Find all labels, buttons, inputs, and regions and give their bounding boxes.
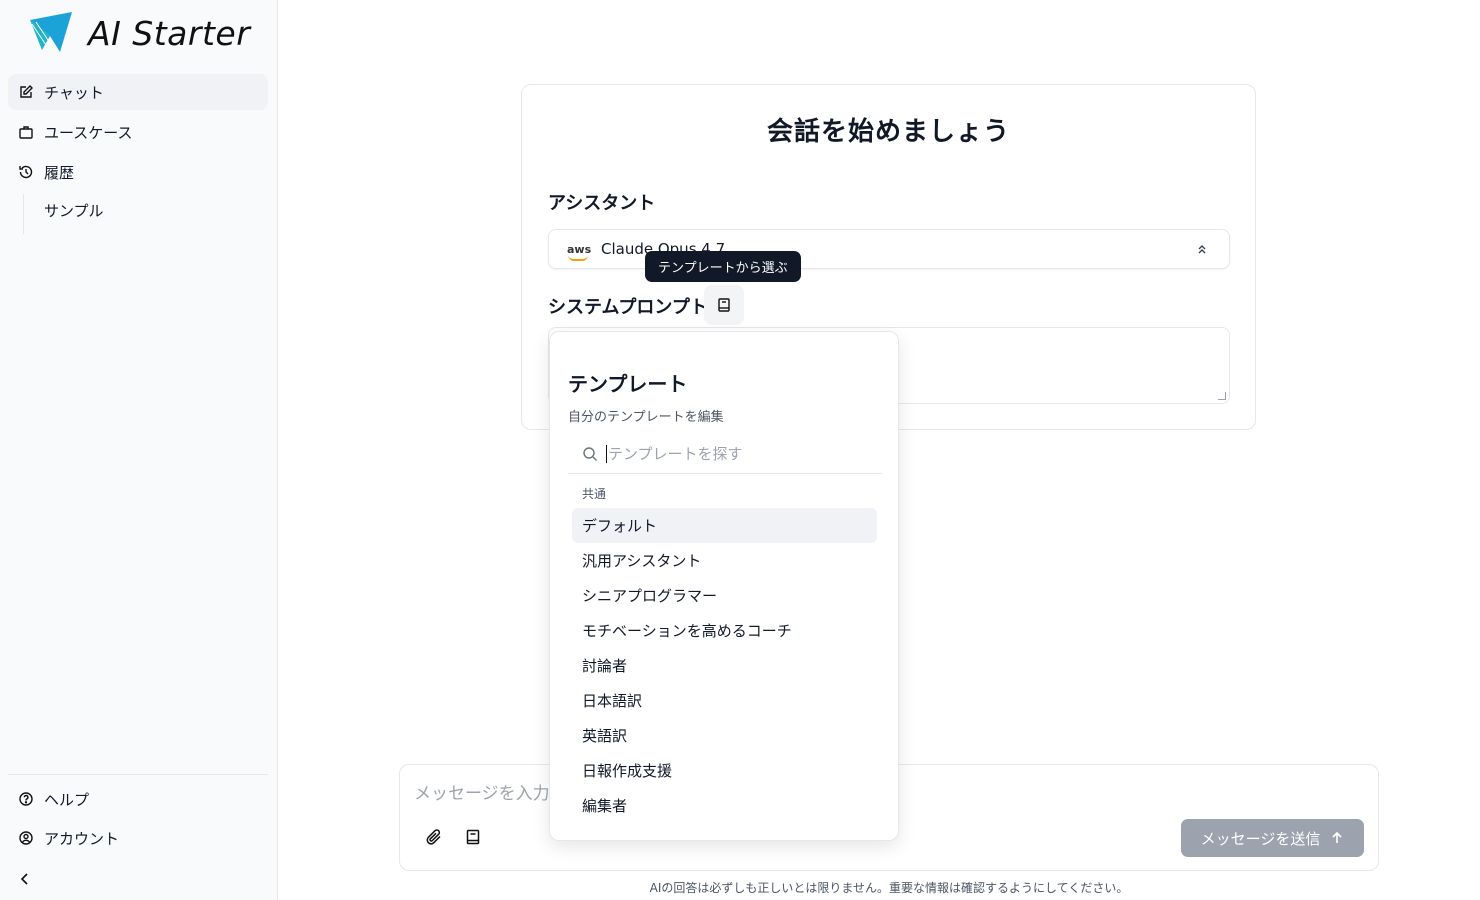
- book-icon[interactable]: [464, 828, 482, 846]
- disclaimer-text: AIの回答は必ずしも正しいとは限りません。重要な情報は確認するようにしてください…: [649, 881, 1129, 895]
- popover-title: テンプレート: [568, 372, 688, 396]
- template-item[interactable]: シニアプログラマー: [572, 578, 877, 613]
- search-placeholder: テンプレートを探す: [608, 445, 743, 463]
- sidebar-item-label: チャット: [44, 83, 104, 102]
- sidebar: AI Starter チャット ユースケース 履歴 サンプル ヘルプ アカウント: [0, 0, 278, 900]
- chevrons-up-icon: [1198, 245, 1206, 254]
- sidebar-bottom: ヘルプ アカウント: [8, 774, 268, 859]
- assistant-label: アシスタント: [548, 193, 656, 214]
- sidebar-item-label: 履歴: [44, 163, 75, 182]
- sidebar-item-help[interactable]: ヘルプ: [8, 781, 268, 817]
- template-item[interactable]: デフォルト: [572, 508, 877, 543]
- page-title: 会話を始めましょう: [766, 117, 1010, 147]
- template-group-label: 共通: [582, 487, 607, 501]
- history-item[interactable]: サンプル: [44, 202, 104, 220]
- template-item[interactable]: モチベーションを高めるコーチ: [572, 613, 877, 648]
- template-item[interactable]: 編集者: [572, 788, 877, 823]
- message-input[interactable]: メッセージを入力: [414, 779, 550, 804]
- template-item[interactable]: 英語訳: [572, 718, 877, 753]
- sidebar-item-account[interactable]: アカウント: [8, 820, 268, 856]
- sidebar-item-usecases[interactable]: ユースケース: [8, 114, 268, 150]
- history-icon: [19, 165, 33, 179]
- book-icon: [718, 298, 730, 312]
- text-caret: [606, 444, 607, 463]
- history-list: サンプル: [23, 194, 268, 234]
- template-item[interactable]: 日報作成支援: [572, 753, 877, 788]
- template-popover: テンプレート 自分のテンプレートを編集 テンプレートを探す 共通 デフォルト 汎…: [549, 331, 899, 841]
- user-circle-icon: [19, 831, 33, 845]
- sidebar-nav: チャット ユースケース 履歴 サンプル: [8, 74, 268, 234]
- search-icon: [583, 446, 597, 461]
- sidebar-item-history[interactable]: 履歴: [8, 154, 268, 190]
- aws-logo-icon: aws: [567, 243, 591, 261]
- sidebar-item-label: ヘルプ: [44, 790, 90, 809]
- logo-bird-icon: [30, 12, 72, 52]
- template-picker-button[interactable]: [704, 285, 744, 325]
- send-button[interactable]: メッセージを送信: [1181, 819, 1364, 857]
- template-item[interactable]: 討論者: [572, 648, 877, 683]
- template-item[interactable]: 日本語訳: [572, 683, 877, 718]
- app-logo[interactable]: AI Starter: [28, 10, 250, 56]
- sidebar-item-label: アカウント: [44, 829, 120, 848]
- logo-text: AI Starter: [88, 13, 251, 53]
- template-search-input[interactable]: テンプレートを探す: [568, 434, 882, 474]
- sidebar-item-chat[interactable]: チャット: [8, 74, 268, 110]
- briefcase-icon: [19, 126, 33, 139]
- help-circle-icon: [19, 792, 33, 806]
- paperclip-icon[interactable]: [425, 828, 443, 846]
- template-list: デフォルト 汎用アシスタント シニアプログラマー モチベーションを高めるコーチ …: [572, 508, 877, 823]
- template-item[interactable]: 汎用アシスタント: [572, 543, 877, 578]
- system-prompt-label: システムプロンプト: [548, 297, 708, 318]
- chevron-left-icon[interactable]: [16, 870, 34, 888]
- template-tooltip: テンプレートから選ぶ: [645, 251, 801, 282]
- resize-handle[interactable]: [1218, 392, 1226, 400]
- arrow-up-icon: [1332, 831, 1342, 843]
- edit-icon: [20, 85, 33, 98]
- sidebar-item-label: ユースケース: [44, 123, 133, 142]
- edit-templates-link[interactable]: 自分のテンプレートを編集: [568, 406, 724, 425]
